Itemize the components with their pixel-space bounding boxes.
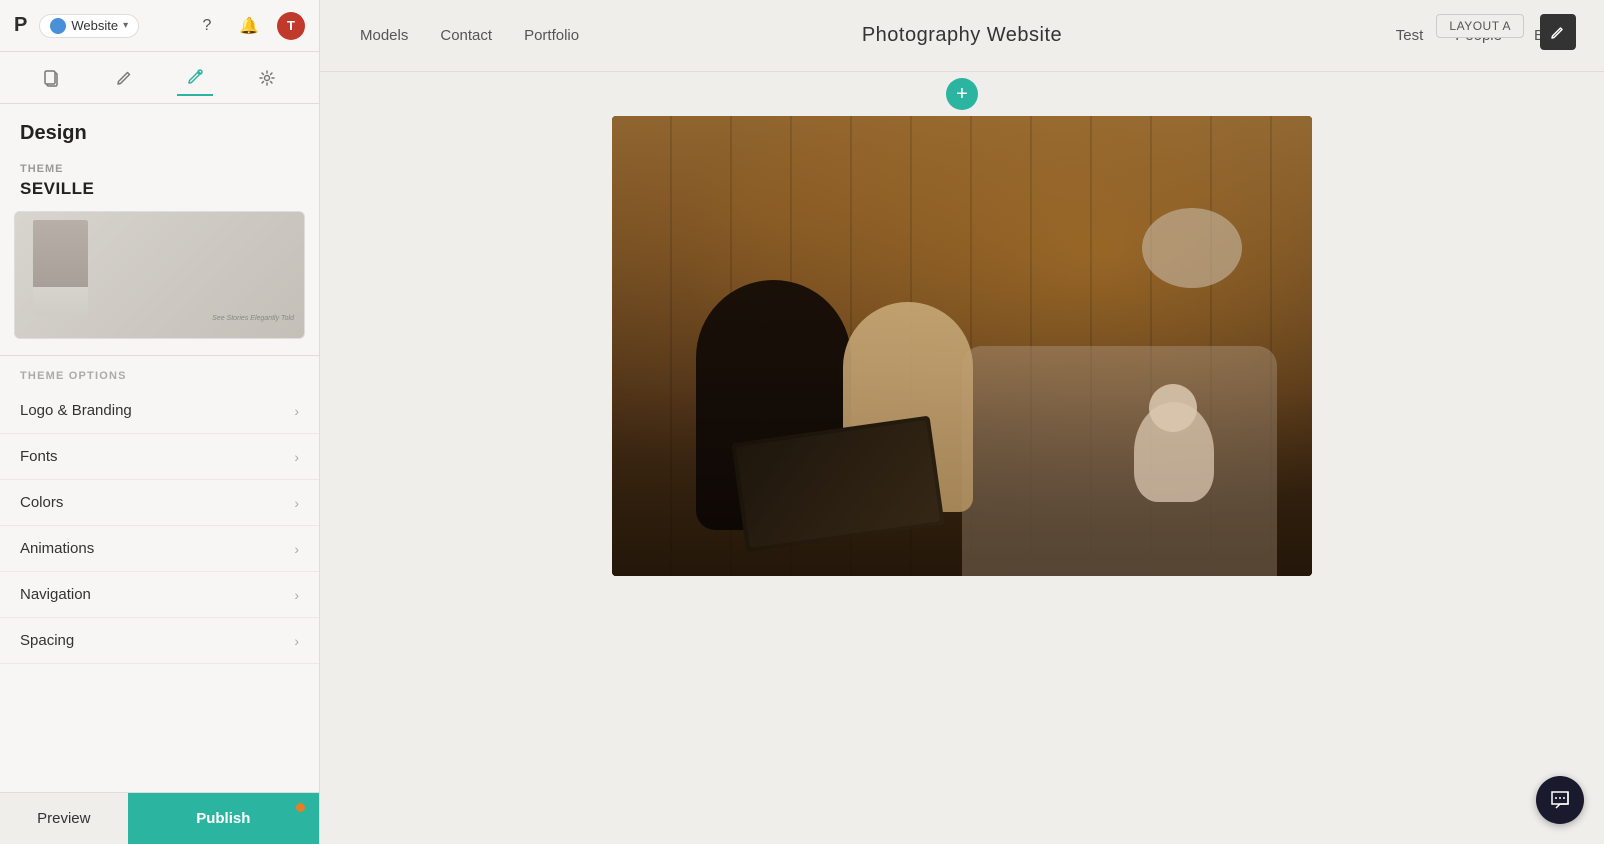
chevron-right-icon: ›: [294, 633, 299, 649]
edit-layout-button[interactable]: [1540, 14, 1576, 50]
blanket-figure: [962, 346, 1277, 576]
option-label: Animations: [20, 540, 94, 557]
chevron-right-icon: ›: [294, 587, 299, 603]
sidebar: P Website ▾ ? 🔔 T Design THEME: [0, 0, 320, 844]
stuffed-animal: [1134, 402, 1214, 502]
header-icons: ? 🔔 T: [193, 12, 305, 40]
chevron-right-icon: ›: [294, 403, 299, 419]
sidebar-header: P Website ▾ ? 🔔 T: [0, 0, 319, 52]
settings-button[interactable]: [249, 60, 285, 96]
pillow-decoration: [1142, 208, 1242, 288]
option-navigation[interactable]: Navigation ›: [0, 572, 319, 618]
sidebar-footer: Preview Publish: [0, 792, 319, 844]
nav-contact[interactable]: Contact: [440, 27, 492, 44]
website-label: Website: [71, 18, 118, 33]
nav-portfolio[interactable]: Portfolio: [524, 27, 579, 44]
main-content: Models Contact Portfolio Photography Web…: [320, 0, 1604, 844]
option-label: Fonts: [20, 448, 58, 465]
top-nav: Models Contact Portfolio Photography Web…: [320, 0, 1604, 72]
chevron-right-icon: ›: [294, 449, 299, 465]
sidebar-toolbar: [0, 52, 319, 104]
hero-area: [320, 116, 1604, 844]
layout-badge[interactable]: LAYOUT A: [1436, 14, 1524, 38]
publish-button[interactable]: Publish: [128, 793, 319, 844]
chevron-down-icon: ▾: [123, 20, 128, 31]
theme-section: THEME SEVILLE: [0, 153, 319, 199]
theme-label: THEME: [20, 163, 299, 175]
thumbnail-figure: [33, 220, 88, 315]
design-button[interactable]: [177, 60, 213, 96]
theme-thumbnail[interactable]: See Stories Elegantly Told: [14, 211, 305, 339]
option-label: Navigation: [20, 586, 91, 603]
option-label: Colors: [20, 494, 63, 511]
hero-image-inner: [612, 116, 1312, 576]
copy-tool-button[interactable]: [34, 60, 70, 96]
option-fonts[interactable]: Fonts ›: [0, 434, 319, 480]
nav-test[interactable]: Test: [1396, 27, 1424, 44]
option-colors[interactable]: Colors ›: [0, 480, 319, 526]
thumbnail-text: See Stories Elegantly Told: [212, 314, 294, 324]
help-icon[interactable]: ?: [193, 12, 221, 40]
chevron-right-icon: ›: [294, 541, 299, 557]
option-spacing[interactable]: Spacing ›: [0, 618, 319, 664]
theme-name: SEVILLE: [20, 179, 299, 199]
chevron-right-icon: ›: [294, 495, 299, 511]
chat-bubble-button[interactable]: [1536, 776, 1584, 824]
website-icon: [50, 18, 66, 34]
website-selector[interactable]: Website ▾: [39, 14, 139, 38]
option-label: Spacing: [20, 632, 74, 649]
avatar[interactable]: T: [277, 12, 305, 40]
publish-notification-dot: [296, 803, 305, 812]
options-list: Logo & Branding › Fonts › Colors › Anima…: [0, 388, 319, 664]
option-animations[interactable]: Animations ›: [0, 526, 319, 572]
hero-image[interactable]: [612, 116, 1312, 576]
bell-icon[interactable]: 🔔: [235, 12, 263, 40]
theme-thumbnail-wrap: See Stories Elegantly Told: [0, 211, 319, 355]
edit-content-button[interactable]: [106, 60, 142, 96]
option-logo-branding[interactable]: Logo & Branding ›: [0, 388, 319, 434]
add-section-button[interactable]: +: [946, 78, 978, 110]
theme-thumbnail-inner: See Stories Elegantly Told: [15, 212, 304, 338]
nav-links-left: Models Contact Portfolio: [360, 27, 579, 44]
nav-models[interactable]: Models: [360, 27, 408, 44]
theme-options-label: THEME OPTIONS: [0, 356, 319, 388]
design-heading: Design: [0, 104, 319, 153]
sidebar-content: Design THEME SEVILLE See Stories Elegant…: [0, 104, 319, 792]
option-label: Logo & Branding: [20, 402, 132, 419]
logo: P: [14, 14, 27, 37]
site-title: Photography Website: [862, 24, 1062, 47]
preview-button[interactable]: Preview: [0, 793, 128, 844]
add-section-row: +: [320, 72, 1604, 116]
